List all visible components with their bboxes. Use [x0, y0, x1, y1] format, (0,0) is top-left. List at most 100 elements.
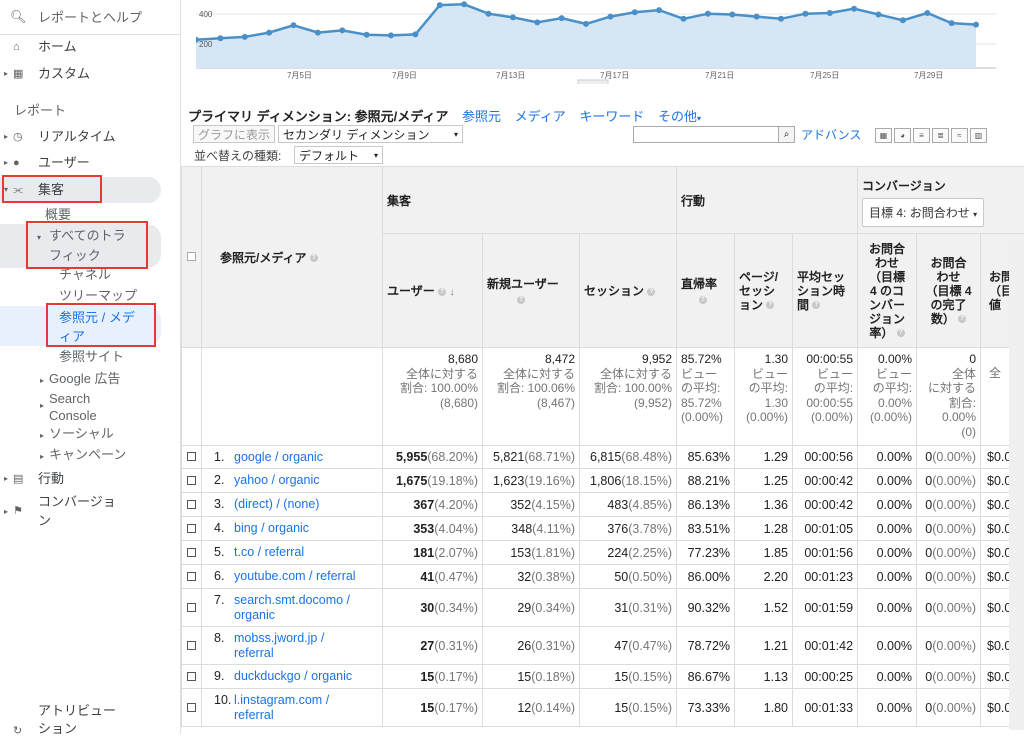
- source-medium-link[interactable]: t.co / referral: [234, 545, 304, 560]
- dim-other-link[interactable]: その他▾: [658, 109, 701, 124]
- source-medium-link[interactable]: yahoo / organic: [234, 473, 319, 488]
- chart-point[interactable]: [973, 22, 979, 28]
- help-icon[interactable]: ?: [766, 301, 774, 309]
- table-view-icon[interactable]: ▦: [875, 128, 892, 143]
- sidebar-item-campaigns[interactable]: キャンペーン: [49, 447, 126, 463]
- sidebar-search[interactable]: 🔍︎ レポートとヘルプ: [0, 0, 180, 35]
- chart-point[interactable]: [510, 14, 516, 20]
- pages-per-session-header[interactable]: ページ/セッション ?: [735, 234, 793, 348]
- chart-point[interactable]: [339, 27, 345, 33]
- goal-select[interactable]: 目標 4: お問合わせ ▾: [862, 198, 984, 227]
- search-icon[interactable]: ⌕: [778, 126, 795, 143]
- chart-point[interactable]: [802, 11, 808, 17]
- sidebar-item-channels[interactable]: チャネル: [59, 267, 111, 283]
- source-medium-link[interactable]: google / organic: [234, 450, 323, 465]
- secondary-dimension-select[interactable]: セカンダリ ディメンション ▾: [278, 125, 463, 143]
- chart-point[interactable]: [388, 32, 394, 38]
- goal-conversion-rate-header[interactable]: お問合わせ（目標4 のコンバージョン率） ?: [858, 234, 917, 348]
- chart-point[interactable]: [924, 10, 930, 16]
- chart-point[interactable]: [827, 10, 833, 16]
- chart-point[interactable]: [681, 16, 687, 22]
- chart-point[interactable]: [876, 12, 882, 18]
- chart-point[interactable]: [217, 35, 223, 41]
- advanced-filter-link[interactable]: アドバンス: [801, 126, 861, 143]
- source-medium-link[interactable]: (direct) / (none): [234, 497, 319, 512]
- help-icon[interactable]: ?: [438, 288, 446, 296]
- row-checkbox[interactable]: [182, 589, 202, 627]
- chart-point[interactable]: [315, 30, 321, 36]
- row-checkbox[interactable]: [182, 517, 202, 541]
- help-icon[interactable]: ?: [812, 301, 820, 309]
- row-checkbox[interactable]: [182, 565, 202, 589]
- select-all-checkbox[interactable]: [182, 167, 202, 348]
- sort-type-select[interactable]: デフォルト ▾: [294, 146, 383, 164]
- chart-point[interactable]: [729, 12, 735, 18]
- chart-point[interactable]: [778, 16, 784, 22]
- chart-point[interactable]: [583, 21, 589, 27]
- sidebar-item-referrals[interactable]: 参照サイト: [59, 349, 124, 365]
- term-cloud-icon[interactable]: ≈: [951, 128, 968, 143]
- chart-point[interactable]: [949, 20, 955, 26]
- chart-point[interactable]: [291, 22, 297, 28]
- sidebar-item-home[interactable]: ⌂ ホーム: [0, 36, 178, 58]
- row-checkbox[interactable]: [182, 493, 202, 517]
- help-icon[interactable]: ?: [647, 288, 655, 296]
- sidebar-item-google-ads[interactable]: Google 広告: [49, 371, 121, 387]
- help-icon[interactable]: ?: [310, 254, 318, 262]
- users-header[interactable]: ユーザー ? ↓: [383, 234, 483, 348]
- help-icon[interactable]: ?: [897, 329, 905, 337]
- row-checkbox[interactable]: [182, 665, 202, 689]
- source-medium-link[interactable]: youtube.com / referral: [234, 569, 356, 584]
- chart-point[interactable]: [461, 1, 467, 7]
- row-checkbox[interactable]: [182, 446, 202, 469]
- row-checkbox[interactable]: [182, 689, 202, 727]
- sessions-header[interactable]: セッション ?: [580, 234, 677, 348]
- graph-button[interactable]: グラフに表示: [193, 125, 275, 143]
- chart-point[interactable]: [242, 34, 248, 40]
- chart-point[interactable]: [754, 14, 760, 20]
- table-search-input[interactable]: [633, 126, 795, 143]
- chart-point[interactable]: [851, 6, 857, 12]
- goal-completions-header[interactable]: お問合わせ（目標 4の完了数） ?: [917, 234, 981, 348]
- chart-point[interactable]: [266, 30, 272, 36]
- chart-point[interactable]: [900, 17, 906, 23]
- chart-point[interactable]: [632, 9, 638, 15]
- chart-point[interactable]: [486, 11, 492, 17]
- help-icon[interactable]: ?: [699, 296, 707, 304]
- sidebar-item-custom[interactable]: ▸ ▦ カスタム: [0, 63, 178, 85]
- pie-view-icon[interactable]: ◕: [894, 128, 911, 143]
- source-medium-link[interactable]: l.instagram.com /referral: [234, 693, 329, 723]
- chart-point[interactable]: [559, 15, 565, 21]
- bounce-rate-header[interactable]: 直帰率?: [677, 234, 735, 348]
- source-medium-link[interactable]: bing / organic: [234, 521, 309, 536]
- chart-point[interactable]: [607, 14, 613, 20]
- source-medium-link[interactable]: mobss.jword.jp /referral: [234, 631, 324, 661]
- sidebar-item-attribution[interactable]: ↻ アトリビューション: [0, 702, 178, 734]
- sidebar-scrollbar[interactable]: [163, 38, 177, 728]
- avg-session-duration-header[interactable]: 平均セッション時間 ?: [793, 234, 858, 348]
- page-scrollbar[interactable]: [1009, 240, 1024, 730]
- pivot-view-icon[interactable]: ▥: [970, 128, 987, 143]
- sidebar-item-treemap[interactable]: ツリーマップ: [59, 288, 137, 304]
- comparison-view-icon[interactable]: ≣: [932, 128, 949, 143]
- help-icon[interactable]: ?: [958, 315, 966, 323]
- sidebar-item-behavior[interactable]: ▸ ▤ 行動: [0, 468, 178, 490]
- chart-point[interactable]: [534, 19, 540, 25]
- sidebar-item-realtime[interactable]: ▸ ◷ リアルタイム: [0, 126, 178, 148]
- chart-point[interactable]: [437, 2, 443, 8]
- dim-source-link[interactable]: 参照元: [462, 109, 501, 124]
- sidebar-item-conversions[interactable]: ▸ ⚑ コンバージョン: [0, 492, 178, 532]
- row-checkbox[interactable]: [182, 469, 202, 493]
- sidebar-item-users[interactable]: ▸ ● ユーザー: [0, 152, 178, 174]
- row-checkbox[interactable]: [182, 541, 202, 565]
- new-users-header[interactable]: 新規ユーザー?: [483, 234, 580, 348]
- sidebar-item-search-console[interactable]: Search Console: [49, 390, 97, 424]
- row-checkbox[interactable]: [182, 627, 202, 665]
- help-icon[interactable]: ?: [517, 296, 525, 304]
- chart-point[interactable]: [705, 11, 711, 17]
- sidebar-item-social[interactable]: ソーシャル: [49, 426, 114, 442]
- dim-medium-link[interactable]: メディア: [515, 109, 566, 124]
- performance-view-icon[interactable]: ≡: [913, 128, 930, 143]
- dim-keyword-link[interactable]: キーワード: [579, 109, 644, 124]
- dimension-header[interactable]: 参照元/メディア ?: [202, 167, 383, 348]
